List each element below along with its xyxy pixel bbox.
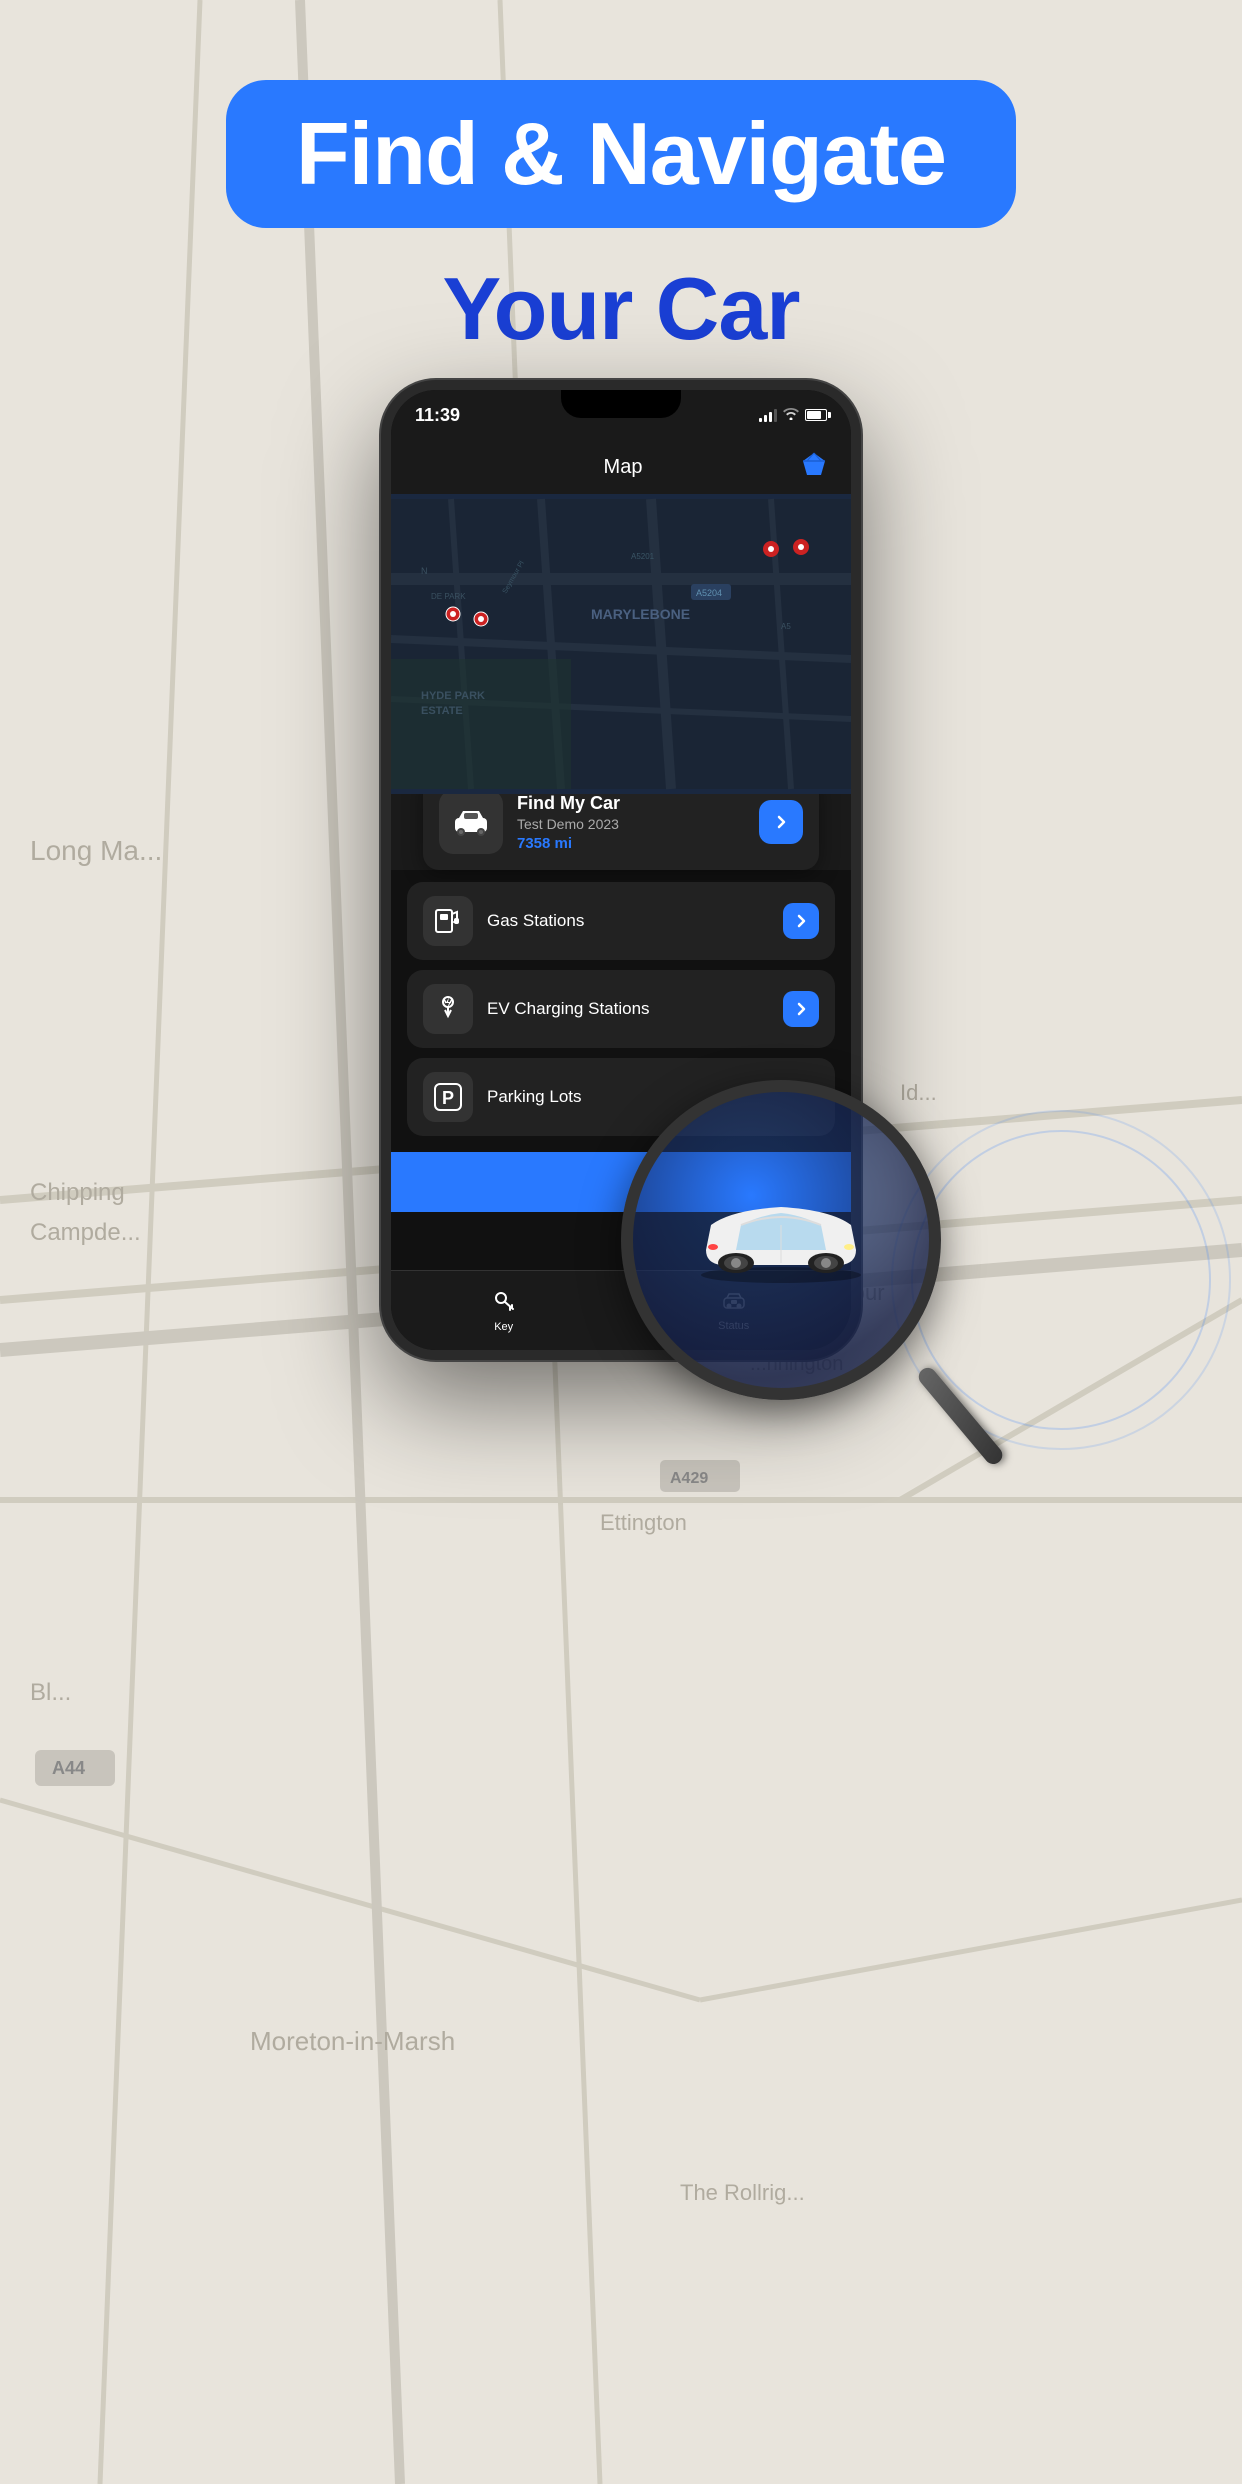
headline-line1: Find & Navigate [296,110,946,198]
svg-text:N: N [421,566,428,576]
status-time: 11:39 [415,405,460,426]
svg-text:Campde...: Campde... [30,1219,141,1246]
phone-mockup: 11:39 [381,380,861,1360]
signal-bars [759,408,777,422]
gas-stations-label: Gas Stations [487,911,769,931]
svg-text:A44: A44 [52,1758,85,1778]
svg-text:HYDE PARK: HYDE PARK [421,690,485,702]
headline-line2: Your Car [0,258,1242,360]
battery-fill [807,411,821,419]
tab-key-label: Key [494,1321,513,1333]
gas-stations-arrow[interactable] [783,903,819,939]
car-model: Test Demo 2023 [517,816,745,832]
battery-icon [805,409,827,421]
ev-icon-box [423,984,473,1034]
key-icon [493,1289,515,1317]
magnifier-car-svg [681,1195,881,1285]
tab-key[interactable]: Key [493,1289,515,1333]
app-header: Map [391,440,851,494]
premium-icon[interactable] [801,452,827,483]
signal-bar-4 [774,409,777,422]
car-distance: 7358 mi [517,835,745,852]
find-my-car-arrow-btn[interactable] [759,800,803,844]
car-icon-box [439,790,503,854]
gas-stations-item[interactable]: Gas Stations [407,882,835,960]
parking-icon-box: P [423,1072,473,1122]
signal-bar-2 [764,415,767,422]
status-bar: 11:39 [391,390,851,440]
svg-text:A5204: A5204 [696,588,722,598]
svg-text:Bl...: Bl... [30,1679,71,1706]
svg-text:Long Ma...: Long Ma... [30,835,162,866]
ev-charging-arrow[interactable] [783,991,819,1027]
map-area: HYDE PARK ESTATE MARYLEBONE N DE PARK A5… [391,494,851,794]
svg-text:A5: A5 [781,622,791,631]
magnifier-circle [621,1080,941,1400]
parking-icon: P [433,1082,463,1112]
svg-text:DE PARK: DE PARK [431,592,466,601]
headline-badge: Find & Navigate [226,80,1016,228]
svg-text:A429: A429 [670,1470,708,1487]
car-icon [451,802,491,842]
top-section: Find & Navigate Your Car [0,0,1242,360]
gas-station-icon-box [423,896,473,946]
svg-text:The Rollrig...: The Rollrig... [680,2180,805,2205]
gas-pump-icon [433,906,463,936]
svg-text:P: P [442,1088,454,1108]
signal-bar-1 [759,418,762,422]
car-name: Find My Car [517,793,745,814]
ev-charging-label: EV Charging Stations [487,999,769,1019]
svg-text:ESTATE: ESTATE [421,705,463,717]
car-info: Find My Car Test Demo 2023 7358 mi [517,793,745,852]
svg-text:A5201: A5201 [631,552,655,561]
ev-charging-icon [433,994,463,1024]
svg-text:Ettington: Ettington [600,1510,687,1535]
svg-text:Chipping: Chipping [30,1179,125,1206]
panel-bg: Find My Car Test Demo 2023 7358 mi [391,794,851,870]
ev-charging-item[interactable]: EV Charging Stations [407,970,835,1048]
wifi-icon [783,407,799,423]
notch [561,390,681,418]
magnifier-overlay [621,1080,941,1400]
svg-text:MARYLEBONE: MARYLEBONE [591,606,690,622]
signal-bar-3 [769,412,772,422]
svg-text:Moreton-in-Marsh: Moreton-in-Marsh [250,2026,455,2056]
status-icons [759,407,827,423]
app-title: Map [445,456,801,479]
